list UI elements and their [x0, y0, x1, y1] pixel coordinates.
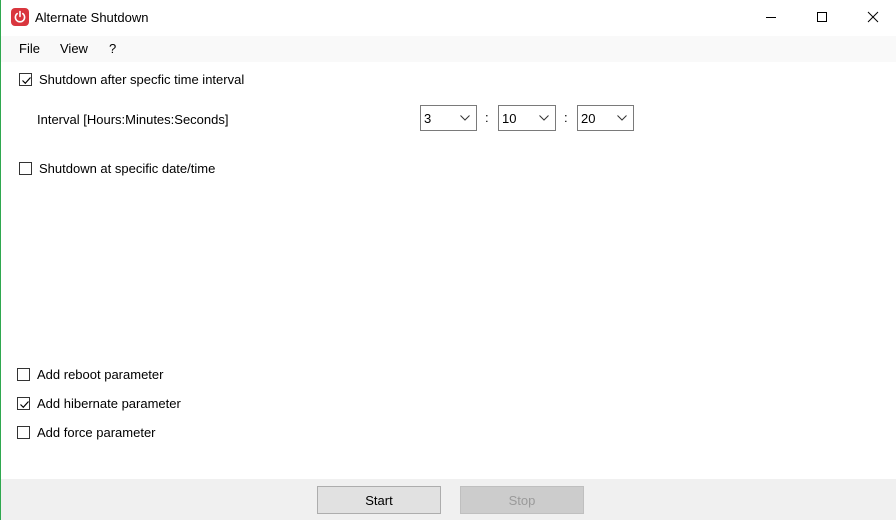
maximize-button[interactable]: [797, 0, 847, 34]
chevron-down-icon: [539, 115, 549, 121]
close-icon: [867, 11, 879, 23]
close-button[interactable]: [848, 0, 896, 34]
checkmark-icon: [22, 77, 31, 85]
stop-button[interactable]: Stop: [460, 486, 584, 514]
datetime-checkbox[interactable]: [19, 162, 32, 175]
hours-dropdown[interactable]: 3: [420, 105, 477, 131]
start-button[interactable]: Start: [317, 486, 441, 514]
title-bar: Alternate Shutdown: [1, 0, 896, 34]
menu-help[interactable]: ?: [109, 41, 116, 56]
interval-label: Interval [Hours:Minutes:Seconds]: [37, 112, 229, 127]
minutes-dropdown[interactable]: 10: [498, 105, 556, 131]
minimize-icon: [766, 17, 776, 18]
force-checkbox-label[interactable]: Add force parameter: [37, 425, 156, 440]
button-bar: [1, 479, 896, 520]
maximize-icon: [817, 12, 827, 22]
datetime-checkbox-label[interactable]: Shutdown at specific date/time: [39, 161, 215, 176]
seconds-dropdown[interactable]: 20: [577, 105, 634, 131]
reboot-checkbox-label[interactable]: Add reboot parameter: [37, 367, 163, 382]
hibernate-checkbox-label[interactable]: Add hibernate parameter: [37, 396, 181, 411]
menu-view[interactable]: View: [60, 41, 88, 56]
reboot-checkbox[interactable]: [17, 368, 30, 381]
menu-bar: File View ?: [1, 36, 896, 62]
force-checkbox[interactable]: [17, 426, 30, 439]
interval-checkbox[interactable]: [19, 73, 32, 86]
seconds-value: 20: [581, 111, 596, 126]
power-icon: [11, 8, 29, 26]
minutes-seconds-separator: :: [564, 110, 568, 125]
hours-value: 3: [424, 111, 432, 126]
app-window: Alternate Shutdown File View ? Shutdown …: [0, 0, 896, 520]
interval-checkbox-label[interactable]: Shutdown after specfic time interval: [39, 72, 244, 87]
chevron-down-icon: [460, 115, 470, 121]
chevron-down-icon: [617, 115, 627, 121]
checkmark-icon: [20, 401, 29, 409]
hours-minutes-separator: :: [485, 110, 489, 125]
hibernate-checkbox[interactable]: [17, 397, 30, 410]
menu-file[interactable]: File: [19, 41, 40, 56]
minutes-value: 10: [502, 111, 517, 126]
window-title: Alternate Shutdown: [35, 10, 149, 25]
minimize-button[interactable]: [746, 0, 796, 34]
